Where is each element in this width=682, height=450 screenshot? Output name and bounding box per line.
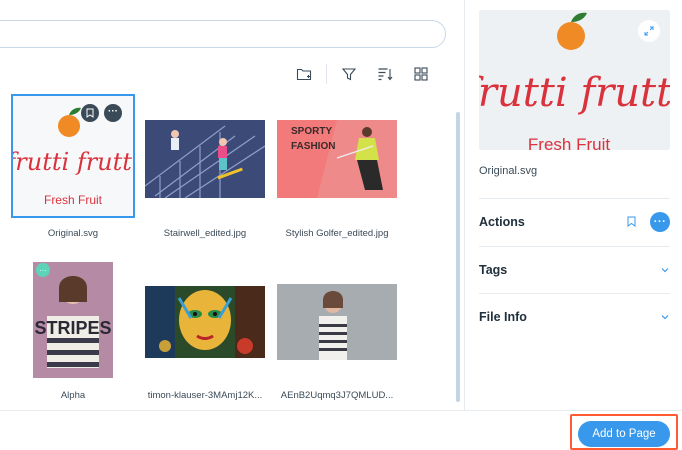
svg-text:···: ··· bbox=[39, 266, 47, 275]
sort-icon bbox=[378, 68, 393, 81]
media-caption: Stylish Golfer_edited.jpg bbox=[285, 228, 389, 239]
media-caption: Alpha bbox=[60, 390, 86, 401]
bookmark-icon[interactable] bbox=[627, 216, 636, 227]
media-thumbnail[interactable]: STRIPES ··· bbox=[33, 258, 113, 378]
grid-view-button[interactable] bbox=[407, 62, 435, 86]
media-thumbnail[interactable] bbox=[145, 258, 265, 378]
search-input[interactable] bbox=[0, 20, 446, 48]
selected-file-name: Original.svg bbox=[479, 165, 538, 177]
grid-view-icon bbox=[414, 67, 428, 81]
toolbar-divider bbox=[326, 64, 327, 84]
fresh-fruit-text: Fresh Fruit bbox=[44, 193, 103, 207]
sort-button[interactable] bbox=[371, 62, 399, 86]
golfer-image: SPORTY FASHION bbox=[277, 120, 397, 198]
stripes-text: STRIPES bbox=[34, 318, 111, 338]
media-item[interactable]: frutti frutti Fresh Fruit ··· Original.s… bbox=[8, 94, 138, 239]
footer-divider bbox=[0, 410, 682, 411]
media-caption: AEnB2Uqmq3J7QMLUD... bbox=[280, 390, 394, 401]
media-toolbar bbox=[290, 62, 435, 86]
tags-title: Tags bbox=[479, 262, 508, 277]
expand-preview-button[interactable] bbox=[638, 20, 660, 42]
panel-divider bbox=[464, 0, 465, 410]
tags-section[interactable]: Tags bbox=[479, 246, 670, 292]
chevron-down-icon[interactable] bbox=[660, 265, 670, 275]
bookmark-icon bbox=[86, 108, 94, 118]
media-item[interactable]: timon-klauser-3MAmj12K... bbox=[140, 258, 270, 401]
media-item[interactable]: Stairwell_edited.jpg bbox=[140, 96, 270, 239]
actions-section[interactable]: Actions ··· bbox=[479, 198, 670, 244]
media-item[interactable]: AEnB2Uqmq3J7QMLUD... bbox=[272, 258, 402, 401]
actions-title: Actions bbox=[479, 214, 525, 229]
media-item[interactable]: SPORTY FASHION Stylish Golfer_edited.jpg bbox=[272, 96, 402, 239]
new-folder-button[interactable] bbox=[290, 62, 318, 86]
fashion-text: FASHION bbox=[291, 141, 335, 152]
bookmark-button[interactable] bbox=[81, 104, 99, 122]
graffiti-image bbox=[145, 286, 265, 358]
grid-scrollbar-thumb[interactable] bbox=[456, 112, 460, 402]
new-folder-icon bbox=[296, 68, 312, 81]
more-actions-button[interactable]: ··· bbox=[104, 104, 122, 122]
media-manager: frutti frutti Fresh Fruit ··· Original.s… bbox=[0, 0, 682, 450]
filter-icon bbox=[341, 68, 357, 81]
expand-icon bbox=[644, 26, 654, 36]
stripes-poster-image: STRIPES ··· bbox=[33, 262, 113, 378]
frutti-text: frutti frutti bbox=[13, 148, 133, 176]
media-caption: Original.svg bbox=[47, 228, 99, 239]
filter-button[interactable] bbox=[335, 62, 363, 86]
media-thumbnail[interactable]: SPORTY FASHION bbox=[277, 96, 397, 216]
media-caption: timon-klauser-3MAmj12K... bbox=[147, 390, 263, 401]
stairwell-image bbox=[145, 120, 265, 199]
file-info-section[interactable]: File Info bbox=[479, 293, 670, 339]
sporty-text: SPORTY bbox=[291, 126, 332, 137]
add-to-page-button[interactable]: Add to Page bbox=[578, 421, 670, 447]
media-thumbnail[interactable]: frutti frutti Fresh Fruit ··· bbox=[11, 94, 135, 218]
media-thumbnail[interactable] bbox=[145, 96, 265, 216]
media-item[interactable]: STRIPES ··· Alpha bbox=[8, 258, 138, 401]
fresh-fruit-preview-text: Fresh Fruit bbox=[528, 135, 610, 150]
preview-image: frutti frutti Fresh Fruit bbox=[479, 10, 670, 150]
actions-controls: ··· bbox=[627, 211, 670, 232]
striped-sweater-image bbox=[277, 284, 397, 360]
media-caption: Stairwell_edited.jpg bbox=[163, 228, 247, 239]
grid-scrollbar[interactable] bbox=[456, 112, 460, 402]
media-thumbnail[interactable] bbox=[277, 258, 397, 378]
frutti-preview-text: frutti frutti bbox=[479, 70, 670, 116]
file-info-title: File Info bbox=[479, 309, 527, 324]
more-actions-button[interactable]: ··· bbox=[650, 211, 670, 232]
chevron-down-icon[interactable] bbox=[660, 312, 670, 322]
